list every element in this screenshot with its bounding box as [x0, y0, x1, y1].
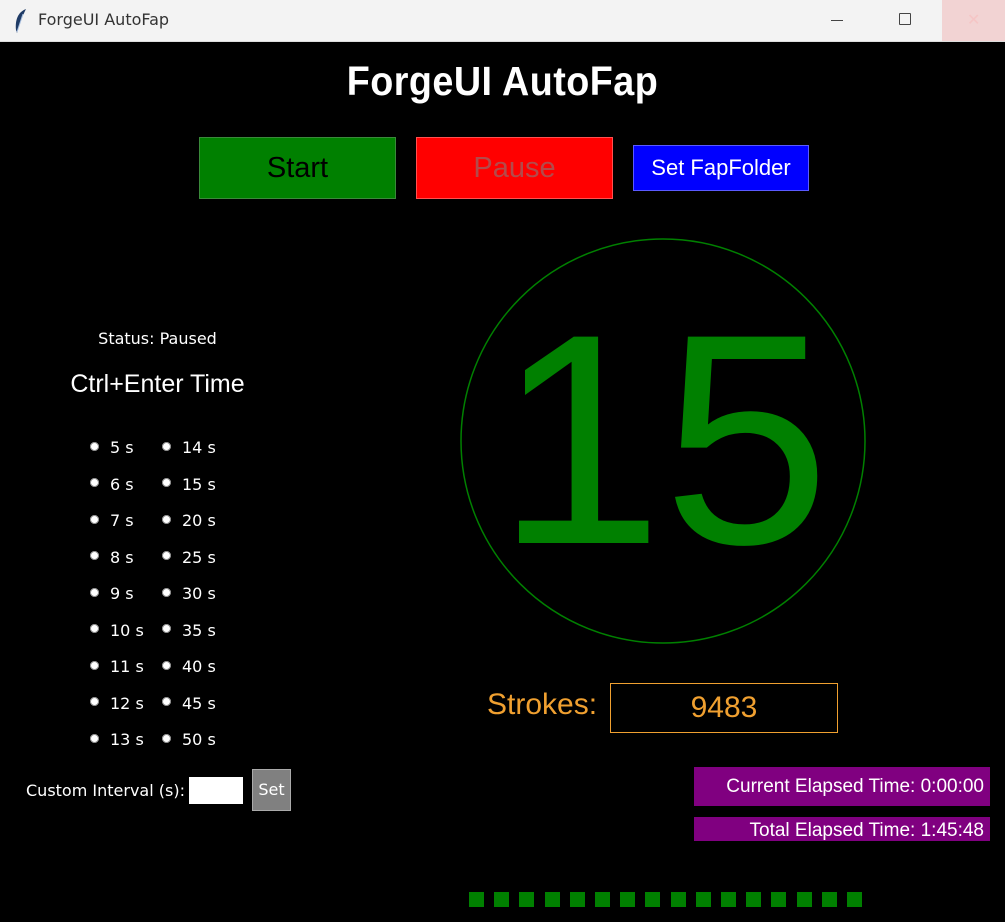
- interval-option[interactable]: 12 s: [90, 685, 144, 722]
- progress-square: [620, 892, 636, 907]
- maximize-button[interactable]: [882, 0, 928, 41]
- progress-square: [595, 892, 610, 907]
- countdown-display: 15: [460, 238, 866, 644]
- feather-icon: [15, 9, 26, 33]
- progress-square: [771, 892, 787, 907]
- strokes-value: 9483: [610, 683, 838, 733]
- radio-icon[interactable]: [162, 733, 171, 743]
- radio-icon[interactable]: [90, 624, 99, 634]
- minimize-button[interactable]: [814, 0, 860, 41]
- progress-square: [721, 892, 736, 907]
- progress-square: [796, 892, 812, 907]
- progress-indicator: [469, 892, 869, 908]
- interval-option[interactable]: 11 s: [90, 648, 144, 685]
- custom-interval-label: Custom Interval (s):: [26, 781, 185, 800]
- radio-icon[interactable]: [162, 624, 171, 634]
- interval-option[interactable]: 7 s: [90, 502, 144, 539]
- interval-option[interactable]: 15 s: [162, 466, 216, 503]
- interval-option[interactable]: 45 s: [162, 685, 216, 722]
- countdown-value: 15: [496, 271, 830, 607]
- progress-square: [469, 892, 484, 907]
- radio-icon[interactable]: [90, 441, 99, 451]
- progress-square: [569, 892, 585, 907]
- interval-column-1: 5 s 6 s 7 s 8 s 9 s 10 s 11 s 12 s 13 s: [90, 429, 144, 758]
- radio-icon[interactable]: [90, 733, 99, 743]
- radio-icon[interactable]: [162, 660, 171, 670]
- progress-square: [695, 892, 711, 907]
- interval-option[interactable]: 9 s: [90, 575, 144, 612]
- app-heading: ForgeUI AutoFap: [346, 58, 659, 104]
- interval-title: Ctrl+Enter Time: [70, 370, 245, 398]
- interval-option[interactable]: 14 s: [162, 429, 216, 466]
- radio-icon[interactable]: [162, 551, 171, 561]
- progress-square: [821, 892, 837, 907]
- progress-square: [746, 892, 762, 907]
- close-icon: ✕: [967, 10, 981, 29]
- interval-option[interactable]: 10 s: [90, 612, 144, 649]
- interval-option[interactable]: 5 s: [90, 429, 144, 466]
- start-button[interactable]: Start: [199, 137, 396, 199]
- radio-icon[interactable]: [90, 478, 99, 488]
- status-label: Status: Paused: [98, 329, 217, 348]
- interval-option[interactable]: 40 s: [162, 648, 216, 685]
- interval-option[interactable]: 13 s: [90, 721, 144, 758]
- interval-option[interactable]: 8 s: [90, 539, 144, 576]
- progress-square: [494, 892, 510, 907]
- radio-icon[interactable]: [90, 587, 99, 597]
- radio-icon[interactable]: [162, 587, 171, 597]
- window-title: ForgeUI AutoFap: [38, 10, 170, 29]
- interval-option[interactable]: 25 s: [162, 539, 216, 576]
- radio-icon[interactable]: [162, 697, 171, 707]
- current-elapsed-time: Current Elapsed Time: 0:00:00: [694, 767, 990, 806]
- radio-icon[interactable]: [162, 514, 171, 524]
- title-bar: ForgeUI AutoFap ✕: [0, 0, 1005, 42]
- progress-square: [670, 892, 686, 907]
- radio-icon[interactable]: [90, 697, 99, 707]
- radio-icon[interactable]: [162, 478, 171, 488]
- interval-column-2: 14 s 15 s 20 s 25 s 30 s 35 s 40 s 45 s …: [162, 429, 216, 758]
- radio-icon[interactable]: [90, 551, 99, 561]
- interval-option[interactable]: 35 s: [162, 612, 216, 649]
- radio-icon[interactable]: [90, 514, 99, 524]
- radio-icon[interactable]: [162, 441, 171, 451]
- interval-option[interactable]: 20 s: [162, 502, 216, 539]
- progress-square: [847, 892, 862, 907]
- set-folder-button[interactable]: Set FapFolder: [633, 145, 809, 191]
- close-button[interactable]: ✕: [942, 0, 1005, 41]
- interval-option[interactable]: 6 s: [90, 466, 144, 503]
- strokes-label: Strokes:: [487, 688, 598, 721]
- radio-icon[interactable]: [90, 660, 99, 670]
- progress-square: [519, 892, 535, 907]
- interval-option[interactable]: 30 s: [162, 575, 216, 612]
- progress-square: [645, 892, 661, 907]
- pause-button[interactable]: Pause: [416, 137, 613, 199]
- custom-interval-set-button[interactable]: Set: [252, 769, 291, 811]
- interval-option[interactable]: 50 s: [162, 721, 216, 758]
- custom-interval-input[interactable]: [189, 777, 243, 804]
- progress-square: [544, 892, 560, 907]
- total-elapsed-time: Total Elapsed Time: 1:45:48: [694, 817, 990, 841]
